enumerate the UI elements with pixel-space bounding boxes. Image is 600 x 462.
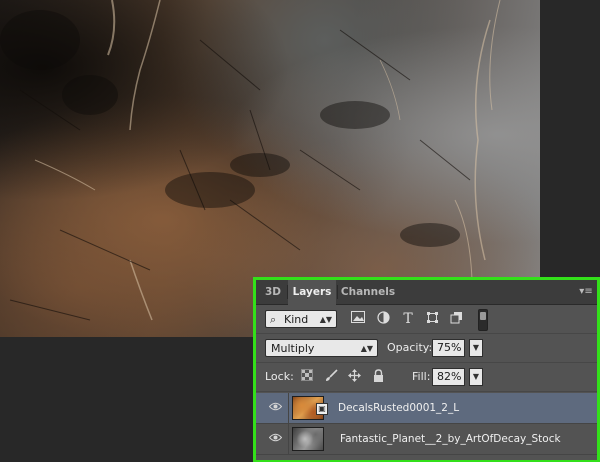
visibility-divider: [288, 393, 289, 423]
filter-kind-label: Kind: [284, 313, 309, 326]
lock-label: Lock:: [265, 370, 294, 383]
layer-filter-row: ⌕ Kind ▲▼ T: [256, 305, 597, 334]
smart-object-badge-icon: ▣: [316, 403, 328, 415]
adjustment-filter-icon[interactable]: [375, 311, 391, 327]
blend-mode-dropdown[interactable]: Multiply ▲▼: [265, 339, 378, 357]
blend-row: Multiply ▲▼ Opacity: 75% ▼: [256, 334, 597, 363]
tab-channels[interactable]: Channels: [338, 280, 398, 304]
filter-toggle-switch[interactable]: [478, 309, 488, 331]
chevron-updown-icon: ▲▼: [319, 315, 332, 324]
shape-filter-icon[interactable]: [424, 311, 440, 327]
fill-slider-toggle[interactable]: ▼: [469, 368, 483, 386]
layer-row[interactable]: Fantastic_Planet__2_by_ArtOfDecay_Stock: [256, 424, 597, 455]
search-icon: ⌕: [270, 313, 277, 326]
layers-panel-highlight: 3D Layers Channels ▾≡ ⌕ Kind ▲▼ T Multip…: [253, 277, 600, 462]
layer-thumbnail[interactable]: [292, 427, 324, 451]
fill-label: Fill:: [412, 370, 431, 383]
layer-row[interactable]: ▣ DecalsRusted0001_2_L: [256, 393, 597, 424]
panel-menu-icon[interactable]: ▾≡: [579, 286, 593, 298]
lock-transparent-icon[interactable]: [299, 369, 315, 385]
fill-input[interactable]: 82%: [432, 368, 465, 386]
lock-image-icon[interactable]: [323, 369, 339, 385]
blend-mode-value: Multiply: [271, 342, 315, 355]
visibility-divider: [288, 424, 289, 454]
layers-panel: 3D Layers Channels ▾≡ ⌕ Kind ▲▼ T Multip…: [256, 280, 597, 460]
opacity-label: Opacity:: [387, 341, 433, 354]
lock-row: Lock: Fill: 82% ▼: [256, 363, 597, 392]
panel-tab-bar: 3D Layers Channels ▾≡: [256, 280, 597, 305]
chevron-updown-icon: ▲▼: [360, 344, 373, 353]
lock-position-icon[interactable]: [346, 369, 362, 385]
layer-name[interactable]: DecalsRusted0001_2_L: [338, 393, 459, 423]
layer-name[interactable]: Fantastic_Planet__2_by_ArtOfDecay_Stock: [340, 424, 561, 454]
smart-object-filter-icon[interactable]: [448, 311, 464, 327]
image-filter-icon[interactable]: [350, 311, 366, 327]
lock-all-icon[interactable]: [370, 369, 386, 385]
opacity-input[interactable]: 75%: [432, 339, 465, 357]
tab-layers[interactable]: Layers: [288, 280, 336, 305]
opacity-slider-toggle[interactable]: ▼: [469, 339, 483, 357]
eye-icon[interactable]: [268, 400, 282, 416]
photoshop-workspace: 3D Layers Channels ▾≡ ⌕ Kind ▲▼ T Multip…: [0, 0, 600, 462]
filter-kind-dropdown[interactable]: ⌕ Kind ▲▼: [265, 310, 337, 328]
tab-3d[interactable]: 3D: [260, 280, 286, 304]
type-filter-icon[interactable]: T: [400, 311, 416, 327]
eye-icon[interactable]: [268, 431, 282, 447]
